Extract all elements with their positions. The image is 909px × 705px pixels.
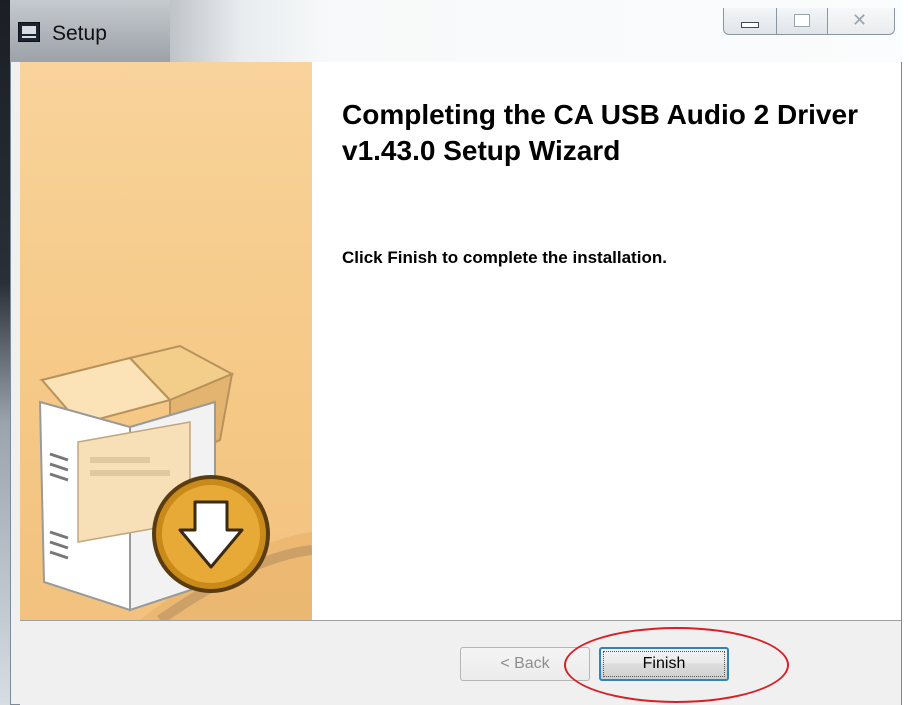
back-button[interactable]: < Back xyxy=(460,647,590,681)
close-button[interactable]: ✕ xyxy=(827,8,895,35)
minimize-icon xyxy=(741,22,759,28)
wizard-banner xyxy=(20,62,312,620)
minimize-button[interactable] xyxy=(723,8,777,35)
completion-message: Click Finish to complete the installatio… xyxy=(342,248,667,267)
finish-button[interactable]: Finish xyxy=(599,647,729,681)
maximize-button[interactable] xyxy=(776,8,828,35)
maximize-icon xyxy=(794,14,810,27)
installer-box-icon xyxy=(38,344,312,620)
window-title: Setup xyxy=(52,22,107,45)
app-icon[interactable] xyxy=(18,22,40,42)
close-icon: ✕ xyxy=(852,10,868,31)
page-title: Completing the CA USB Audio 2 Driver v1.… xyxy=(342,99,858,166)
desktop-background xyxy=(0,0,10,705)
